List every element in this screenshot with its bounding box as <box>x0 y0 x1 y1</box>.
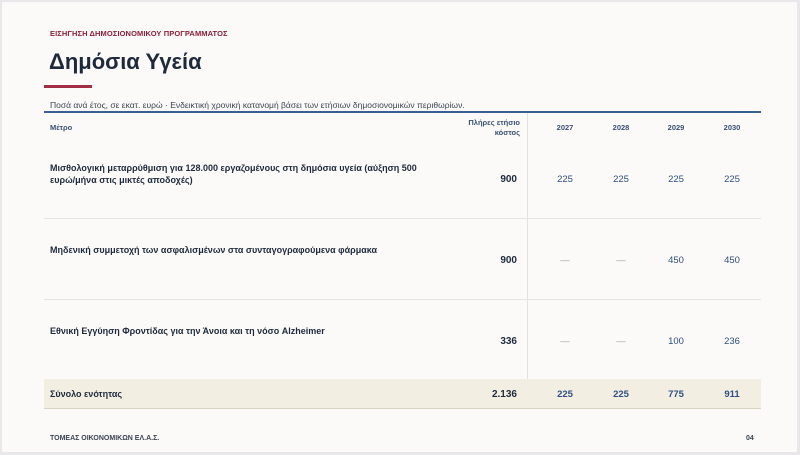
column-header-2027: 2027 <box>556 123 574 132</box>
page-title: Δημόσια Υγεία <box>49 49 202 74</box>
row-value-2030: 225 <box>724 174 740 185</box>
row-value-2030: 450 <box>724 255 740 266</box>
column-header-2030: 2030 <box>723 123 741 132</box>
row-full-cost: 900 <box>500 174 517 185</box>
slide: ΕΙΣΗΓΗΣΗ ΔΗΜΟΣΙΟΝΟΜΙΚΟΥ ΠΡΟΓΡΑΜΜΑΤΟΣ Δημ… <box>2 2 797 452</box>
row-value-2028: — <box>616 336 626 347</box>
row-value-2027: 225 <box>557 174 573 185</box>
table-top-rule <box>44 111 761 113</box>
row-separator <box>44 299 761 300</box>
row-separator <box>44 218 761 219</box>
column-header-2029: 2029 <box>667 123 685 132</box>
total-full-cost: 2.136 <box>491 389 517 400</box>
column-header-measure: Μέτρο <box>50 123 73 132</box>
row-full-cost: 900 <box>500 255 517 266</box>
row-value-2027: — <box>560 336 570 347</box>
row-label: Μισθολογική μεταρρύθμιση για 128.000 εργ… <box>50 163 417 185</box>
title-accent-rule <box>44 85 92 88</box>
row-full-cost: 336 <box>500 336 517 347</box>
row-value-2029: 100 <box>668 336 684 347</box>
total-value-2030: 911 <box>724 389 740 400</box>
column-header-2028: 2028 <box>612 123 630 132</box>
row-value-2028: 225 <box>613 174 629 185</box>
total-value-2029: 775 <box>668 389 684 400</box>
row-label: Μηδενική συμμετοχή των ασφαλισμένων στα … <box>50 245 378 255</box>
row-value-2029: 225 <box>668 174 684 185</box>
column-header-full-cost: Πλήρες ετήσιο κόστος <box>468 118 520 137</box>
section-kicker: ΕΙΣΗΓΗΣΗ ΔΗΜΟΣΙΟΝΟΜΙΚΟΥ ΠΡΟΓΡΑΜΜΑΤΟΣ <box>50 29 228 38</box>
row-value-2027: — <box>560 255 570 266</box>
row-value-2028: — <box>616 255 626 266</box>
row-label: Εθνική Εγγύηση Φροντίδας για την Άνοια κ… <box>50 326 325 336</box>
footer-organization: ΤΟΜΕΑΣ ΟΙΚΟΝΟΜΙΚΩΝ ΕΛ.Α.Σ. <box>50 435 160 442</box>
page-subtitle: Ποσά ανά έτος, σε εκατ. ευρώ · Ενδεικτικ… <box>50 100 465 110</box>
total-row-rule <box>44 408 761 409</box>
row-value-2029: 450 <box>668 255 684 266</box>
column-divider <box>527 113 528 408</box>
total-label: Σύνολο ενότητας <box>50 389 123 399</box>
total-row <box>44 379 761 408</box>
row-value-2030: 236 <box>724 336 740 347</box>
total-value-2027: 225 <box>557 389 573 400</box>
page-number: 04 <box>746 435 754 442</box>
total-value-2028: 225 <box>613 389 629 400</box>
